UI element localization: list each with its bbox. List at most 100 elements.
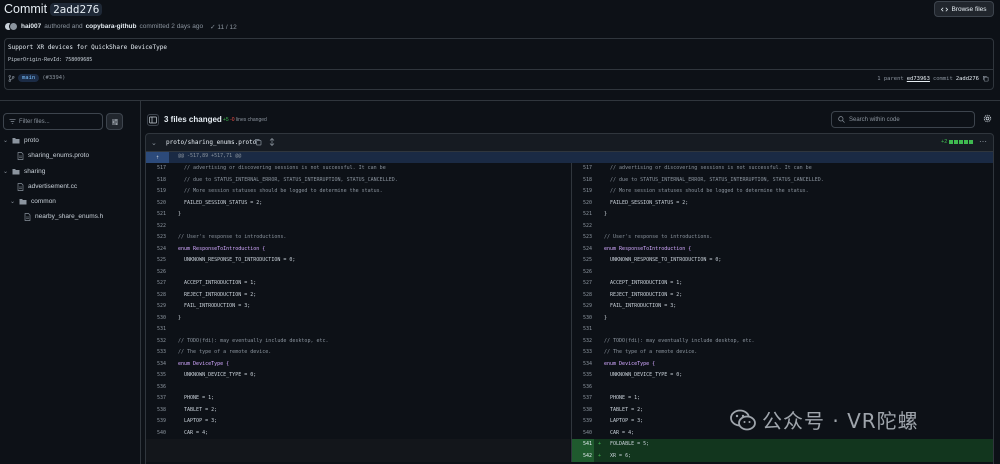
filter-placeholder: Filter files... bbox=[19, 118, 50, 125]
title-prefix: Commit bbox=[4, 2, 48, 16]
tree-file-nearby-share-enums[interactable]: nearby_share_enums.h bbox=[24, 210, 103, 223]
line-number[interactable]: 525 bbox=[572, 255, 594, 267]
tree-file-sharing-enums[interactable]: sharing_enums.proto bbox=[17, 149, 89, 162]
copy-icon[interactable] bbox=[254, 138, 262, 146]
tree-file-advertisement[interactable]: advertisement.cc bbox=[17, 180, 77, 193]
line-number[interactable]: 532 bbox=[572, 336, 594, 348]
diff-line: 524 enum ResponseToIntroduction { bbox=[146, 244, 570, 256]
code-text: // due to STATUS_INTERNAL_ERROR, STATUS_… bbox=[604, 176, 824, 183]
line-number[interactable]: 540 bbox=[146, 428, 168, 440]
line-number[interactable]: 519 bbox=[572, 186, 594, 198]
code-text: enum ResponseToIntroduction { bbox=[604, 245, 692, 252]
line-number[interactable]: 537 bbox=[572, 393, 594, 405]
line-number[interactable]: 533 bbox=[146, 347, 168, 359]
commit-hash[interactable]: 2add276 bbox=[50, 3, 103, 16]
diff-line: 521} bbox=[146, 209, 570, 221]
search-within-code-input[interactable]: Search within code bbox=[831, 111, 975, 128]
tree-label: nearby_share_enums.h bbox=[35, 213, 104, 220]
diff-line: 537 PHONE = 1; bbox=[146, 393, 570, 405]
tree-folder-common[interactable]: ⌄ common bbox=[10, 195, 56, 208]
line-number[interactable]: 535 bbox=[572, 370, 594, 382]
file-path[interactable]: proto/sharing_enums.proto bbox=[166, 139, 256, 146]
line-number[interactable]: 517 bbox=[572, 163, 594, 175]
code-text: // More session statuses should be logge… bbox=[178, 188, 383, 194]
line-number[interactable]: 538 bbox=[146, 405, 168, 417]
line-number[interactable]: 534 bbox=[572, 359, 594, 371]
line-number[interactable]: 536 bbox=[572, 382, 594, 394]
code-text: CAR = 4; bbox=[178, 429, 209, 436]
diff-line: 522 bbox=[572, 221, 993, 233]
checks-status[interactable]: ✓ 11 / 12 bbox=[210, 23, 237, 31]
line-number[interactable]: 527 bbox=[572, 278, 594, 290]
line-number[interactable]: 526 bbox=[146, 267, 168, 279]
line-number[interactable]: 530 bbox=[572, 313, 594, 325]
line-number[interactable]: 531 bbox=[146, 324, 168, 336]
branch-chip[interactable]: main bbox=[18, 74, 40, 82]
line-number[interactable]: 534 bbox=[146, 359, 168, 371]
code-text: LAPTOP = 3; bbox=[178, 418, 218, 424]
author-avatars[interactable] bbox=[4, 22, 18, 31]
collapse-file-icon[interactable]: ⌄ bbox=[151, 139, 157, 147]
pr-number[interactable]: (#3394) bbox=[42, 75, 65, 81]
line-number[interactable]: 542 bbox=[572, 450, 594, 462]
line-number[interactable]: 527 bbox=[146, 278, 168, 290]
committer-link[interactable]: copybara-github bbox=[86, 23, 137, 30]
line-number[interactable]: 540 bbox=[572, 428, 594, 440]
line-number[interactable]: 525 bbox=[146, 255, 168, 267]
line-number[interactable]: 522 bbox=[572, 221, 594, 233]
line-number[interactable]: 533 bbox=[572, 347, 594, 359]
empty-diff-line bbox=[146, 439, 570, 451]
tree-folder-proto[interactable]: ⌄ proto bbox=[3, 134, 39, 147]
line-number[interactable]: 541 bbox=[572, 439, 594, 451]
added-diff-line: 542 + XR = 6; bbox=[572, 450, 993, 462]
line-number[interactable]: 529 bbox=[572, 301, 594, 313]
line-number[interactable]: 521 bbox=[572, 209, 594, 221]
line-number[interactable]: 518 bbox=[146, 175, 168, 187]
diff-line: 530} bbox=[572, 313, 993, 325]
file-diff-stat: +2 bbox=[941, 139, 974, 145]
copy-icon[interactable] bbox=[982, 75, 989, 82]
tree-folder-sharing[interactable]: ⌄ sharing bbox=[3, 165, 45, 178]
browse-files-button[interactable]: Browse files bbox=[934, 1, 994, 17]
line-number[interactable]: 539 bbox=[146, 416, 168, 428]
line-number[interactable]: 524 bbox=[572, 244, 594, 256]
line-number[interactable]: 529 bbox=[146, 301, 168, 313]
tree-options-button[interactable] bbox=[106, 113, 123, 130]
line-number[interactable]: 531 bbox=[572, 324, 594, 336]
line-number[interactable]: 520 bbox=[572, 198, 594, 210]
parent-sha-link[interactable]: ed73963 bbox=[907, 76, 930, 82]
line-number[interactable]: 538 bbox=[572, 405, 594, 417]
code-text: } bbox=[178, 314, 182, 321]
code-text: // advertising or discovering sessions i… bbox=[604, 165, 812, 171]
expand-all-icon[interactable] bbox=[268, 138, 276, 146]
line-number[interactable]: 530 bbox=[146, 313, 168, 325]
line-number[interactable]: 539 bbox=[572, 416, 594, 428]
expand-up-icon[interactable]: ⇡ bbox=[146, 152, 169, 163]
line-number[interactable]: 536 bbox=[146, 382, 168, 394]
line-number[interactable]: 522 bbox=[146, 221, 168, 233]
line-number[interactable]: 524 bbox=[146, 244, 168, 256]
sidebar-collapse-icon bbox=[149, 116, 157, 124]
kebab-menu-icon[interactable]: ⋯ bbox=[979, 137, 987, 146]
line-number[interactable]: 535 bbox=[146, 370, 168, 382]
line-number[interactable]: 521 bbox=[146, 209, 168, 221]
diff-line: 531 bbox=[572, 324, 993, 336]
line-number[interactable]: 520 bbox=[146, 198, 168, 210]
line-number[interactable]: 526 bbox=[572, 267, 594, 279]
hunk-header: ⇡ @@ -517,89 +517,71 @@ bbox=[146, 152, 993, 163]
code-text: // TODO(fdi): may eventually include des… bbox=[604, 337, 755, 344]
line-number[interactable]: 523 bbox=[572, 232, 594, 244]
line-number[interactable]: 518 bbox=[572, 175, 594, 187]
line-number[interactable]: 517 bbox=[146, 163, 168, 175]
toggle-sidebar-button[interactable] bbox=[147, 114, 159, 126]
line-number[interactable]: 537 bbox=[146, 393, 168, 405]
line-number[interactable]: 528 bbox=[146, 290, 168, 302]
line-number[interactable]: 519 bbox=[146, 186, 168, 198]
gear-icon[interactable] bbox=[983, 114, 992, 123]
line-number[interactable]: 523 bbox=[146, 232, 168, 244]
line-number[interactable]: 532 bbox=[146, 336, 168, 348]
line-number[interactable]: 528 bbox=[572, 290, 594, 302]
author-link[interactable]: hai007 bbox=[21, 23, 41, 30]
filter-files-input[interactable]: Filter files... bbox=[3, 113, 103, 130]
settings-sliders-icon bbox=[111, 118, 118, 125]
